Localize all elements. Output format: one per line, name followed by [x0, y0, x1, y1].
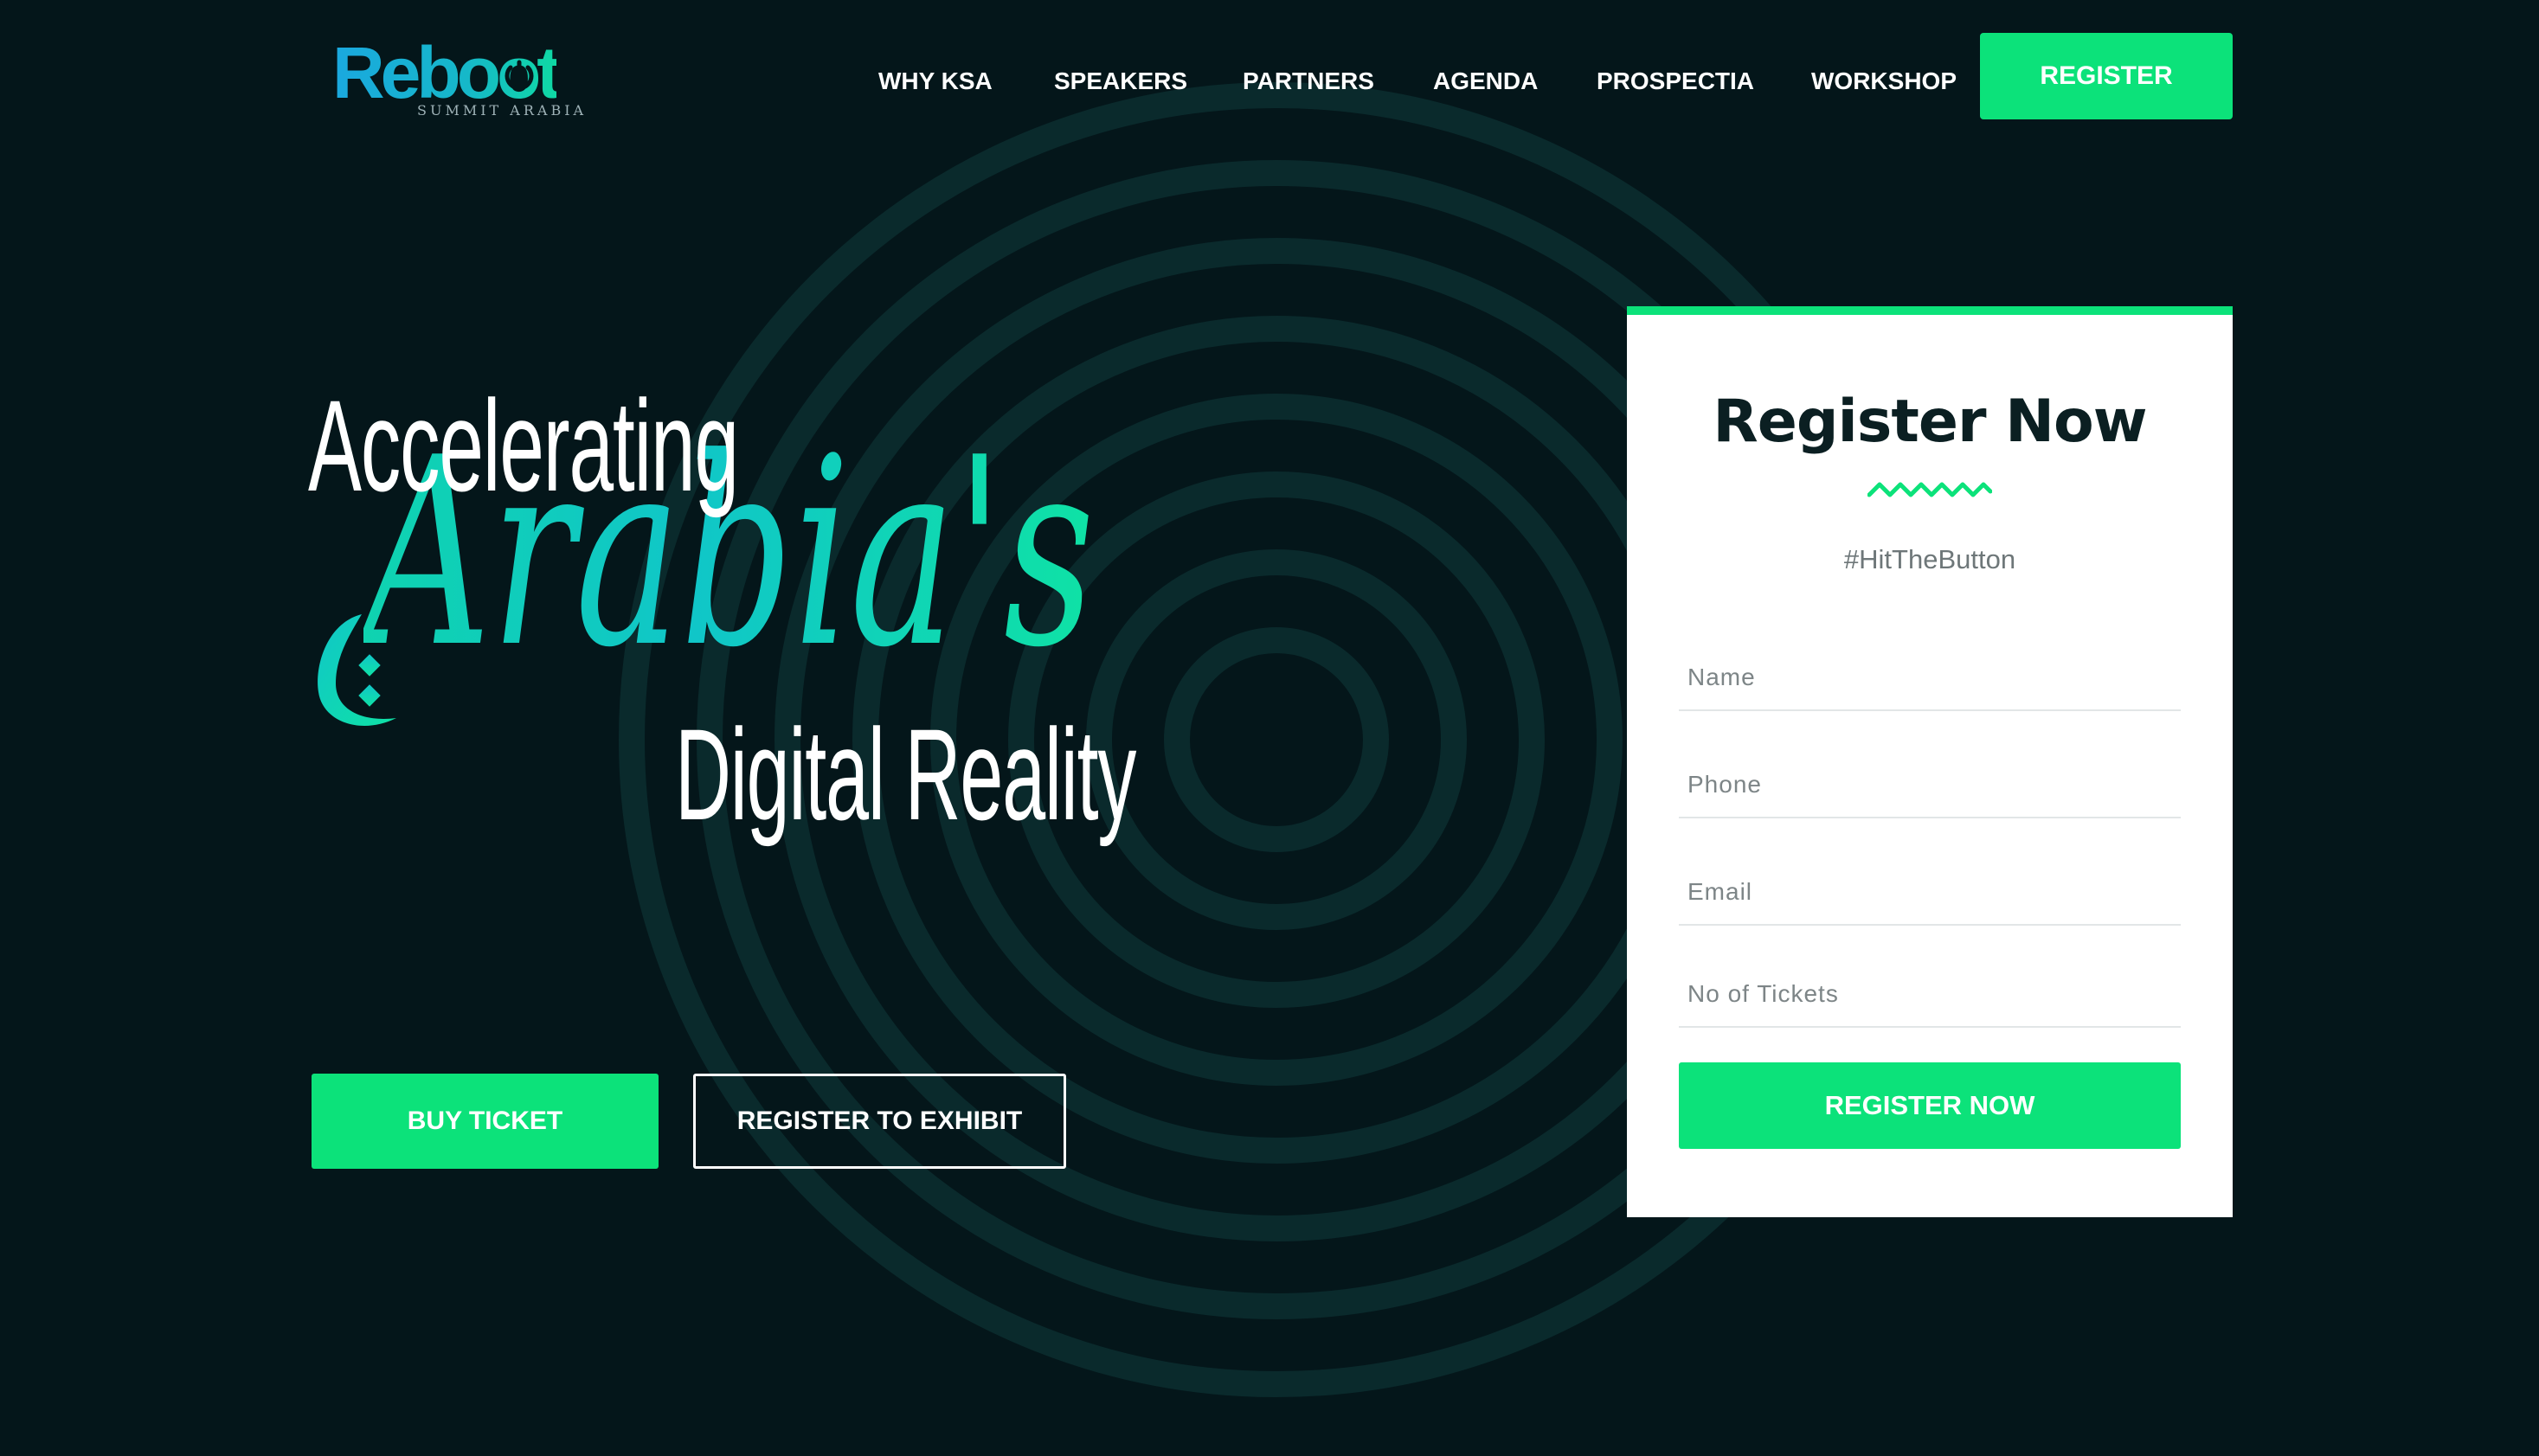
header-register-button[interactable]: REGISTER	[1980, 33, 2233, 119]
nav-item-prospectia[interactable]: PROSPECTIA	[1597, 67, 1754, 95]
register-card-title: Register Now	[1713, 388, 2147, 456]
nav-item-agenda[interactable]: AGENDA	[1433, 67, 1538, 95]
register-card-hashtag: #HitTheButton	[1843, 544, 2016, 574]
nav-item-why-ksa[interactable]: WHY KSA	[878, 67, 993, 95]
hero-title-line3: Digital Reality	[675, 702, 1136, 847]
email-field[interactable]	[1679, 860, 2181, 926]
power-icon	[505, 60, 534, 91]
register-now-button[interactable]: REGISTER NOW	[1679, 1062, 2181, 1149]
register-to-exhibit-button[interactable]: REGISTER TO EXHIBIT	[693, 1074, 1066, 1169]
logo-subtitle: SUMMIT ARABIA	[417, 102, 588, 119]
name-field[interactable]	[1679, 645, 2181, 711]
site-logo[interactable]: Reboot SUMMIT ARABIA	[332, 36, 583, 123]
hero-title-line1: Accelerating	[308, 373, 739, 518]
buy-ticket-button[interactable]: BUY TICKET	[312, 1074, 659, 1169]
tickets-field[interactable]	[1679, 962, 2181, 1028]
nav-item-speakers[interactable]: SPEAKERS	[1054, 67, 1187, 95]
phone-field[interactable]	[1679, 753, 2181, 818]
register-card: Register Now #HitTheButton REGISTER NOW	[1627, 306, 2233, 1217]
nav-item-workshop[interactable]: WORKSHOP	[1811, 67, 1957, 95]
nav-item-partners[interactable]: PARTNERS	[1243, 67, 1374, 95]
wave-divider-icon	[1867, 482, 1992, 497]
